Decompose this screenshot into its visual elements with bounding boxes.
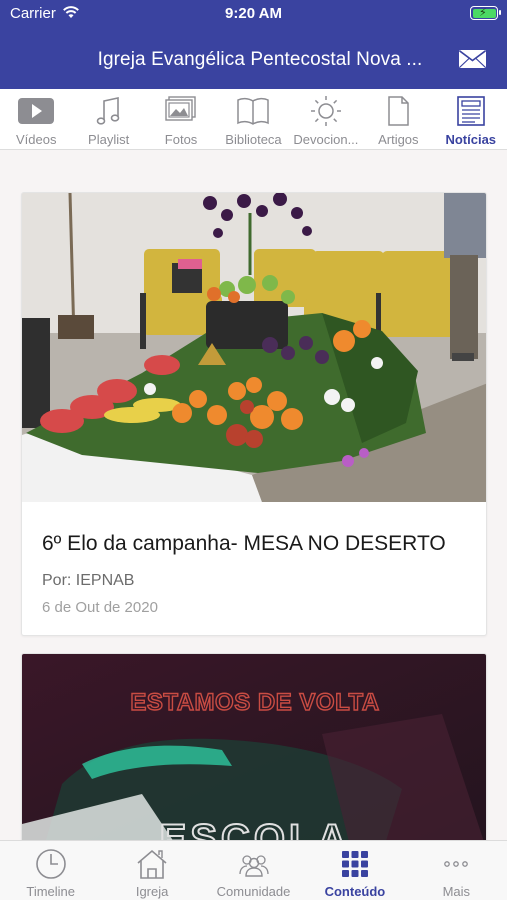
community-icon xyxy=(238,855,269,877)
music-note-icon xyxy=(96,97,119,125)
page-title: Igreja Evangélica Pentecostal Nova ... xyxy=(97,49,423,70)
more-dots-icon xyxy=(444,861,469,867)
content-tabs: Vídeos Playlist Fotos Biblioteca Devocio… xyxy=(0,89,507,150)
nav-church[interactable]: Igreja xyxy=(101,841,202,900)
news-feed: 6º Elo da campanha- MESA NO DESERTO Por:… xyxy=(0,150,507,840)
clock-time: 9:20 AM xyxy=(225,5,282,22)
tab-playlist[interactable]: Playlist xyxy=(72,89,144,149)
nav-label: Mais xyxy=(442,884,471,899)
post-image: ESTAMOS DE VOLTA ESCOLA xyxy=(22,654,486,840)
battery-icon: ⚡ xyxy=(470,6,501,20)
post-title: 6º Elo da campanha- MESA NO DESERTO xyxy=(42,532,446,555)
news-card[interactable]: 6º Elo da campanha- MESA NO DESERTO Por:… xyxy=(21,192,487,636)
tab-label: Playlist xyxy=(88,132,130,147)
grid-icon xyxy=(341,851,368,877)
post-date: 6 de Out de 2020 xyxy=(42,599,158,616)
tab-articles[interactable]: Artigos xyxy=(362,89,434,149)
mail-icon[interactable] xyxy=(458,49,487,69)
book-icon xyxy=(237,97,270,125)
tab-label: Fotos xyxy=(164,132,198,147)
image-caption-bottom: ESCOLA xyxy=(160,817,351,840)
news-card[interactable]: ESTAMOS DE VOLTA ESCOLA xyxy=(21,653,487,840)
top-bar: Carrier 9:20 AM ⚡ Igreja Evangélica Pent… xyxy=(0,0,507,89)
news-icon xyxy=(456,96,485,126)
image-caption-top: ESTAMOS DE VOLTA xyxy=(130,689,379,716)
tab-label: Biblioteca xyxy=(225,132,282,147)
nav-label: Comunidade xyxy=(216,884,291,899)
nav-more[interactable]: Mais xyxy=(406,841,507,900)
tab-library[interactable]: Biblioteca xyxy=(217,89,289,149)
bottom-nav: Timeline Igreja Comunidade Conteúdo Mais xyxy=(0,840,507,900)
nav-community[interactable]: Comunidade xyxy=(203,841,304,900)
photos-icon xyxy=(165,96,196,121)
tab-label: Vídeos xyxy=(15,132,57,147)
document-icon xyxy=(388,96,410,126)
sun-icon xyxy=(310,96,341,126)
post-image xyxy=(22,193,486,502)
tab-devotional[interactable]: Devocion... xyxy=(290,89,362,149)
nav-content[interactable]: Conteúdo xyxy=(304,841,405,900)
status-bar: Carrier 9:20 AM ⚡ xyxy=(0,0,507,28)
tab-label: Artigos xyxy=(378,132,419,147)
nav-label: Conteúdo xyxy=(324,884,386,899)
tab-label: Notícias xyxy=(445,132,497,147)
video-play-icon xyxy=(18,98,55,124)
nav-label: Timeline xyxy=(26,884,76,899)
tab-label: Devocion... xyxy=(293,132,359,147)
tab-photos[interactable]: Fotos xyxy=(145,89,217,149)
tab-news[interactable]: Notícias xyxy=(435,89,507,149)
nav-timeline[interactable]: Timeline xyxy=(0,841,101,900)
clock-icon xyxy=(35,849,66,879)
tab-videos[interactable]: Vídeos xyxy=(0,89,72,149)
church-icon xyxy=(137,849,167,879)
nav-label: Igreja xyxy=(135,884,169,899)
post-author: Por: IEPNAB xyxy=(42,572,135,589)
